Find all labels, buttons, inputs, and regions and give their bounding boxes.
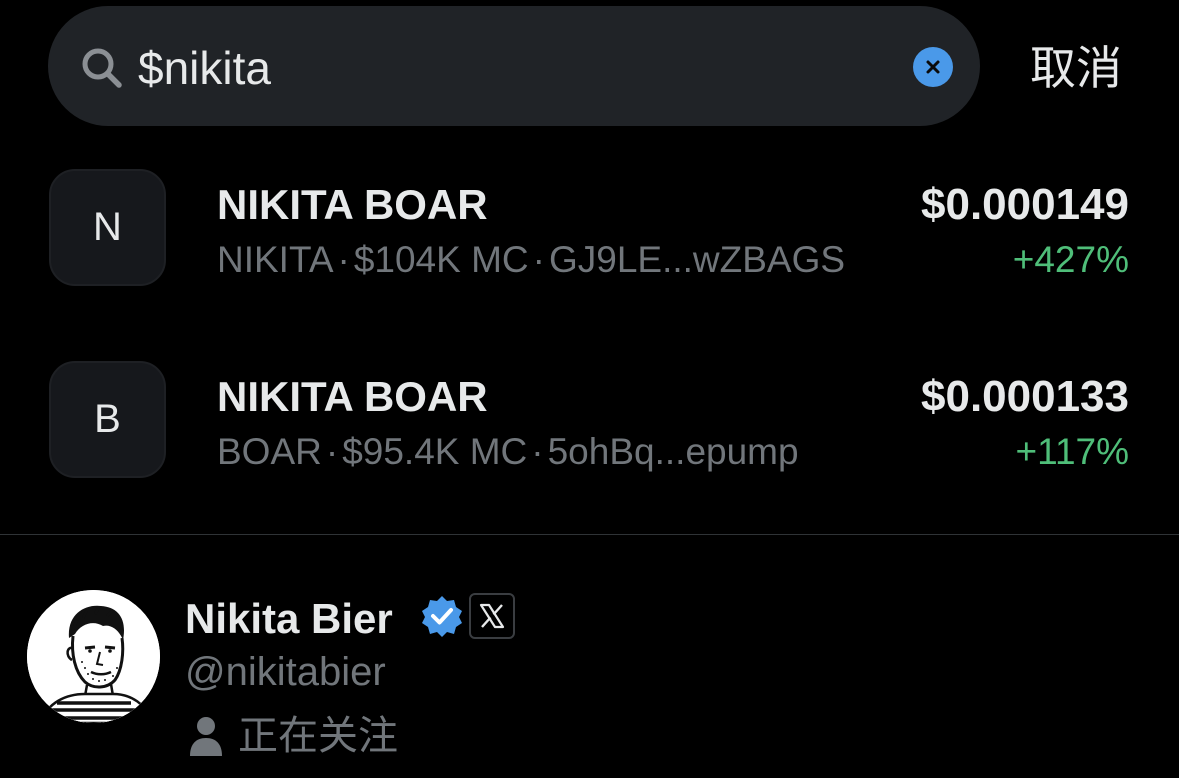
token-meta: NIKITA · $104K MC · GJ9LE...wZBAGS [217, 237, 845, 283]
person-icon [190, 717, 222, 756]
meta-separator: · [325, 431, 339, 472]
x-logo-icon [479, 603, 505, 629]
token-avatar-letter: B [94, 397, 121, 441]
token-name: NIKITA BOAR [217, 373, 488, 420]
token-name: NIKITA BOAR [217, 181, 488, 228]
token-price: $0.000133 [921, 372, 1129, 421]
avatar-sketch-image [27, 590, 160, 723]
follow-status-label: 正在关注 [238, 713, 398, 759]
affiliate-badge[interactable] [469, 593, 515, 639]
user-handle: @nikitabier [185, 650, 386, 694]
token-market-cap: $104K MC [353, 239, 529, 280]
meta-separator: · [531, 431, 544, 472]
clear-x-icon [926, 60, 940, 74]
token-result-row[interactable]: B NIKITA BOAR BOAR · $95.4K MC · 5ohBq...epu… [0, 361, 1179, 491]
meta-separator: · [337, 239, 350, 280]
section-divider [0, 534, 1179, 535]
search-icon [82, 48, 122, 88]
user-display-name: Nikita Bier [185, 595, 393, 642]
token-address: GJ9LE...wZBAGS [548, 239, 846, 280]
meta-separator: · [532, 239, 545, 280]
cancel-button[interactable]: 取消 [1030, 36, 1130, 100]
user-result-row[interactable]: Nikita Bier @nikitabier 正在关注 [0, 585, 1179, 778]
follow-status: 正在关注 [188, 709, 398, 763]
token-market-cap: $95.4K MC [342, 431, 528, 472]
clear-search-button[interactable] [913, 47, 953, 87]
token-price-change: +117% [1015, 431, 1130, 472]
token-meta: BOAR · $95.4K MC · 5ohBq...epump [217, 429, 799, 475]
avatar[interactable] [27, 590, 160, 723]
token-symbol: BOAR [217, 431, 322, 472]
verified-badge-icon [422, 596, 462, 637]
token-symbol: NIKITA [217, 239, 334, 280]
token-avatar: N [49, 169, 166, 286]
token-address: 5ohBq...epump [547, 431, 799, 472]
token-avatar-letter: N [93, 205, 122, 249]
token-price-change: +427% [1012, 239, 1129, 280]
search-input[interactable] [138, 36, 878, 100]
token-result-row[interactable]: N NIKITA BOAR NIKITA · $104K MC · GJ9LE...wZ… [0, 169, 1179, 299]
token-avatar: B [49, 361, 166, 478]
token-price: $0.000149 [921, 180, 1129, 229]
